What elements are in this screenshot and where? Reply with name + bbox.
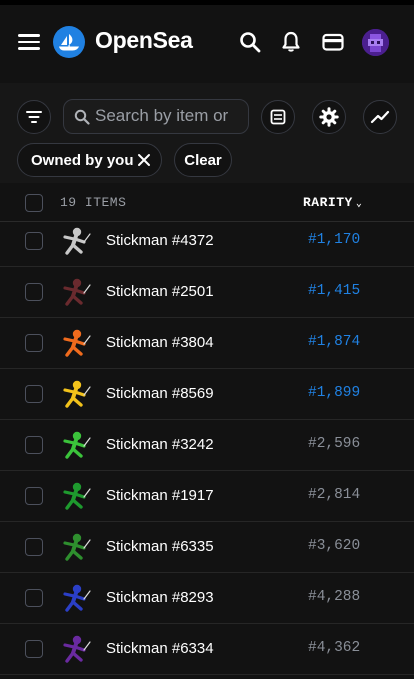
- settings-button[interactable]: [312, 100, 346, 134]
- item-checkbox[interactable]: [25, 232, 43, 250]
- activity-chart-button[interactable]: [363, 100, 397, 134]
- search-icon: [74, 109, 90, 125]
- item-checkbox[interactable]: [25, 385, 43, 403]
- stickman-thumbnail-icon[interactable]: [60, 480, 92, 512]
- list-item[interactable]: Stickman #3242 #2,596: [0, 420, 414, 471]
- item-name[interactable]: Stickman #3242: [106, 436, 214, 453]
- stickman-thumbnail-icon[interactable]: [60, 429, 92, 461]
- item-name[interactable]: Stickman #1917: [106, 487, 214, 504]
- opensea-logo-icon[interactable]: [53, 26, 85, 58]
- select-all-checkbox[interactable]: [25, 194, 43, 212]
- user-avatar[interactable]: [362, 29, 389, 56]
- clear-filters-button[interactable]: Clear: [174, 143, 232, 177]
- stickman-thumbnail-icon[interactable]: [60, 531, 92, 563]
- rarity-rank: #2,814: [308, 487, 361, 503]
- rarity-rank: #4,362: [308, 640, 361, 656]
- trending-line-icon: [370, 110, 390, 124]
- item-name[interactable]: Stickman #6335: [106, 538, 214, 555]
- table-view-icon: [270, 109, 286, 125]
- notification-bell-icon[interactable]: [279, 30, 303, 54]
- item-name[interactable]: Stickman #3804: [106, 334, 214, 351]
- item-name[interactable]: Stickman #2501: [106, 283, 214, 300]
- search-input[interactable]: [95, 100, 248, 132]
- stickman-thumbnail-icon[interactable]: [60, 225, 92, 257]
- rarity-rank: #1,170: [308, 232, 361, 248]
- stickman-thumbnail-icon[interactable]: [60, 633, 92, 665]
- close-icon[interactable]: [137, 153, 151, 167]
- rarity-rank: #1,874: [308, 334, 361, 350]
- rarity-rank: #4,288: [308, 589, 361, 605]
- app-title[interactable]: OpenSea: [95, 27, 193, 54]
- owned-by-you-chip[interactable]: Owned by you: [17, 143, 162, 177]
- item-name[interactable]: Stickman #8569: [106, 385, 214, 402]
- list-item[interactable]: Stickman #3804 #1,874: [0, 318, 414, 369]
- list-item[interactable]: Stickman #1917 #2,814: [0, 471, 414, 522]
- stickman-thumbnail-icon[interactable]: [60, 327, 92, 359]
- stickman-thumbnail-icon[interactable]: [60, 582, 92, 614]
- list-item[interactable]: Stickman #2501 #1,415: [0, 267, 414, 318]
- item-checkbox[interactable]: [25, 487, 43, 505]
- item-checkbox[interactable]: [25, 283, 43, 301]
- list-item[interactable]: Stickman #8293 #4,288: [0, 573, 414, 624]
- wallet-icon[interactable]: [321, 30, 345, 54]
- search-icon[interactable]: [238, 30, 262, 54]
- item-checkbox[interactable]: [25, 640, 43, 658]
- item-checkbox[interactable]: [25, 334, 43, 352]
- search-field[interactable]: [63, 99, 249, 134]
- item-name[interactable]: Stickman #8293: [106, 589, 214, 606]
- rarity-rank: #2,596: [308, 436, 361, 452]
- item-name[interactable]: Stickman #4372: [106, 232, 214, 249]
- items-count: 19 ITEMS: [60, 195, 127, 210]
- list-item[interactable]: Stickman #6334 #4,362: [0, 624, 414, 675]
- stickman-thumbnail-icon[interactable]: [60, 276, 92, 308]
- list-item[interactable]: Stickman #8569 #1,899: [0, 369, 414, 420]
- status-strip: [0, 0, 414, 5]
- rarity-rank: #1,899: [308, 385, 361, 401]
- chevron-down-icon: ⌄: [355, 199, 363, 210]
- gear-icon: [319, 107, 339, 127]
- item-checkbox[interactable]: [25, 589, 43, 607]
- list-item[interactable]: Stickman #6335 #3,620: [0, 522, 414, 573]
- rarity-rank: #3,620: [308, 538, 361, 554]
- rarity-rank: #1,415: [308, 283, 361, 299]
- list-view-button[interactable]: [261, 100, 295, 134]
- hamburger-menu-icon[interactable]: [18, 34, 40, 50]
- chip-label: Owned by you: [31, 151, 134, 169]
- item-checkbox[interactable]: [25, 538, 43, 556]
- top-navigation-bar: OpenSea: [0, 0, 414, 83]
- filter-toggle-button[interactable]: [17, 100, 51, 134]
- rarity-sort-label: RARITY: [303, 195, 353, 210]
- item-name[interactable]: Stickman #6334: [106, 640, 214, 657]
- list-item[interactable]: Stickman #4372 #1,170: [0, 216, 414, 267]
- stickman-thumbnail-icon[interactable]: [60, 378, 92, 410]
- rarity-sort-button[interactable]: RARITY ⌄: [303, 195, 362, 210]
- filter-lines-icon: [26, 111, 42, 123]
- item-checkbox[interactable]: [25, 436, 43, 454]
